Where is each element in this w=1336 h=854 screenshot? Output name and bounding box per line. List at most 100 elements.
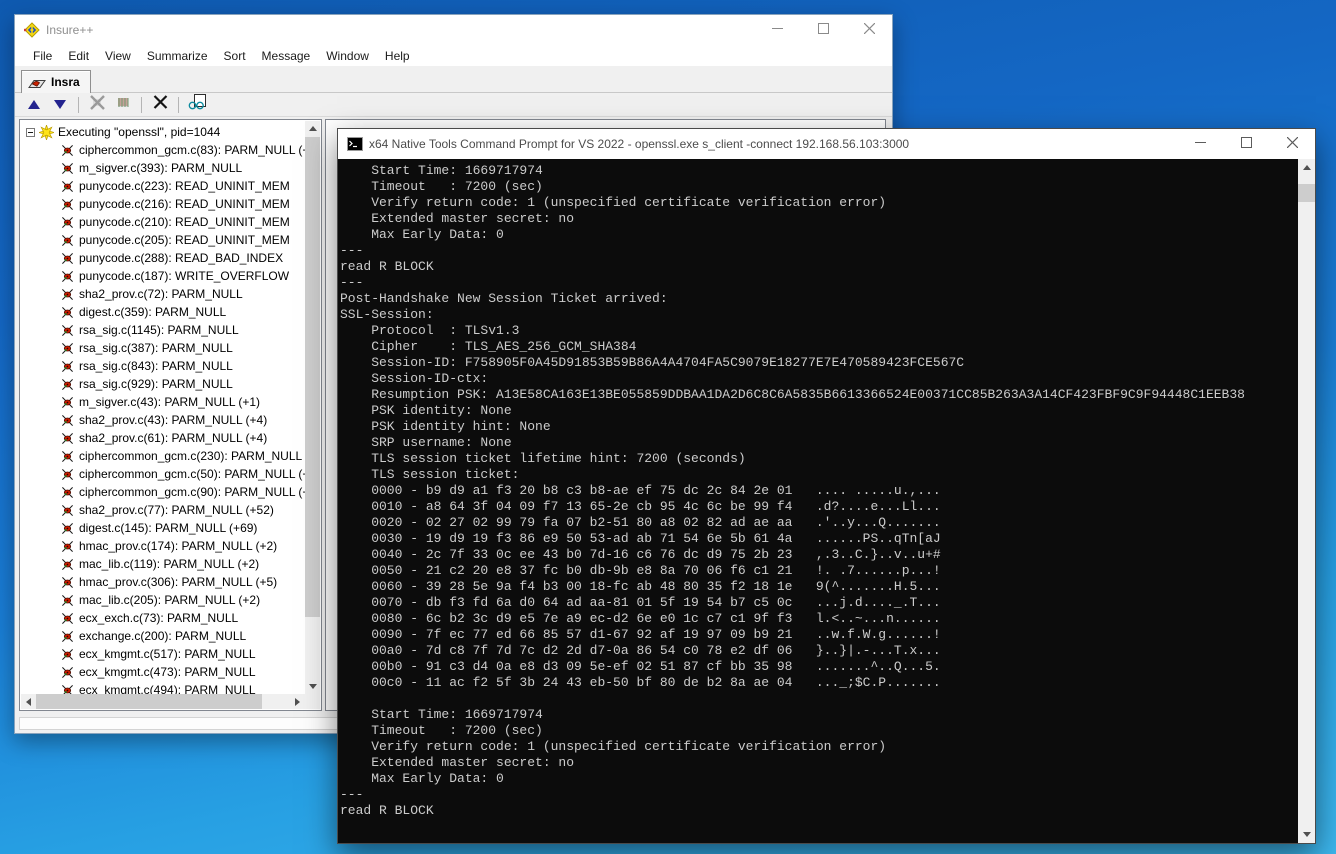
- tree-root-row[interactable]: Executing "openssl", pid=1044: [21, 123, 305, 141]
- error-tree-item[interactable]: sha2_prov.c(43): PARM_NULL (+4): [21, 411, 305, 429]
- console-line: 0090 - 7f ec 77 ed 66 85 57 d1-67 92 af …: [340, 627, 1297, 643]
- insure-close-button[interactable]: [846, 15, 892, 45]
- menu-item[interactable]: Summarize: [139, 45, 216, 67]
- error-tree-item[interactable]: ciphercommon_gcm.c(83): PARM_NULL (+: [21, 141, 305, 159]
- scroll-left-button[interactable]: [21, 694, 36, 709]
- error-tree-item[interactable]: ecx_kmgmt.c(494): PARM_NULL: [21, 681, 305, 694]
- error-tree-item[interactable]: ciphercommon_gcm.c(90): PARM_NULL (+: [21, 483, 305, 501]
- menu-item[interactable]: Edit: [60, 45, 97, 67]
- error-tree-item[interactable]: sha2_prov.c(72): PARM_NULL: [21, 285, 305, 303]
- arrow-up-icon: [1303, 165, 1311, 170]
- error-item-label: ecx_kmgmt.c(473): PARM_NULL: [79, 665, 256, 679]
- console-line: 0020 - 02 27 02 99 79 fa 07 b2-51 80 a8 …: [340, 515, 1297, 531]
- error-tree-item[interactable]: rsa_sig.c(1145): PARM_NULL: [21, 321, 305, 339]
- tree-horizontal-scrollbar[interactable]: [21, 694, 305, 709]
- menu-item[interactable]: Message: [254, 45, 319, 67]
- error-tree-item[interactable]: m_sigver.c(43): PARM_NULL (+1): [21, 393, 305, 411]
- error-tree-item[interactable]: hmac_prov.c(174): PARM_NULL (+2): [21, 537, 305, 555]
- console-close-button[interactable]: [1269, 129, 1315, 159]
- console-minimize-button[interactable]: [1177, 129, 1223, 159]
- insure-titlebar[interactable]: Insure++: [15, 15, 892, 45]
- scroll-up-button[interactable]: [305, 121, 320, 136]
- error-tree-item[interactable]: digest.c(359): PARM_NULL: [21, 303, 305, 321]
- error-tree-item[interactable]: rsa_sig.c(843): PARM_NULL: [21, 357, 305, 375]
- delete-message-button[interactable]: [149, 95, 171, 115]
- view-report-button[interactable]: [186, 95, 208, 115]
- error-tree-item[interactable]: punycode.c(223): READ_UNINIT_MEM: [21, 177, 305, 195]
- menu-item[interactable]: Help: [377, 45, 418, 67]
- error-tree-item[interactable]: punycode.c(187): WRITE_OVERFLOW: [21, 267, 305, 285]
- console-scroll-thumb[interactable]: [1298, 184, 1315, 202]
- insra-logo-icon: [28, 76, 46, 89]
- suppress-error-button-disabled[interactable]: [86, 95, 108, 115]
- error-tree-item[interactable]: rsa_sig.c(387): PARM_NULL: [21, 339, 305, 357]
- error-tree-item[interactable]: punycode.c(205): READ_UNINIT_MEM: [21, 231, 305, 249]
- console-scroll-down-button[interactable]: [1298, 826, 1315, 843]
- arrow-up-icon: [309, 126, 317, 131]
- error-tree-item[interactable]: ecx_exch.c(73): PARM_NULL: [21, 609, 305, 627]
- bug-icon: [61, 576, 74, 589]
- insure-maximize-button[interactable]: [800, 15, 846, 45]
- console-scroll-up-button[interactable]: [1298, 159, 1315, 176]
- console-output-area[interactable]: Start Time: 1669717974 Timeout : 7200 (s…: [338, 159, 1315, 843]
- error-tree-item[interactable]: ecx_kmgmt.c(473): PARM_NULL: [21, 663, 305, 681]
- error-item-label: ciphercommon_gcm.c(230): PARM_NULL (: [79, 449, 305, 463]
- error-tree-item[interactable]: sha2_prov.c(77): PARM_NULL (+52): [21, 501, 305, 519]
- console-line: [340, 691, 1297, 707]
- error-tree: Executing "openssl", pid=1044: [21, 121, 305, 694]
- error-tree-item[interactable]: mac_lib.c(119): PARM_NULL (+2): [21, 555, 305, 573]
- console-line: TLS session ticket lifetime hint: 7200 (…: [340, 451, 1297, 467]
- close-icon: [864, 21, 875, 39]
- error-tree-panel: Executing "openssl", pid=1044: [19, 119, 322, 711]
- console-window: x64 Native Tools Command Prompt for VS 2…: [337, 128, 1316, 844]
- menu-item[interactable]: Window: [318, 45, 377, 67]
- error-tree-item[interactable]: digest.c(145): PARM_NULL (+69): [21, 519, 305, 537]
- scroll-down-button[interactable]: [305, 679, 320, 694]
- error-tree-item[interactable]: exchange.c(200): PARM_NULL: [21, 627, 305, 645]
- menu-item[interactable]: Sort: [216, 45, 254, 67]
- tab-insra[interactable]: Insra: [21, 70, 91, 93]
- error-tree-item[interactable]: ciphercommon_gcm.c(230): PARM_NULL (: [21, 447, 305, 465]
- console-line: 0050 - 21 c2 20 e8 37 fc b0 db-9b e8 8a …: [340, 563, 1297, 579]
- collapse-expander-icon[interactable]: [26, 128, 35, 137]
- previous-error-button[interactable]: [23, 95, 45, 115]
- bug-icon: [61, 342, 74, 355]
- arrow-down-icon: [309, 684, 317, 689]
- tree-hscroll-thumb[interactable]: [36, 694, 262, 709]
- console-window-title: x64 Native Tools Command Prompt for VS 2…: [369, 137, 909, 151]
- menu-item[interactable]: File: [25, 45, 60, 67]
- error-tree-item[interactable]: punycode.c(210): READ_UNINIT_MEM: [21, 213, 305, 231]
- tree-vertical-scrollbar[interactable]: [305, 121, 320, 694]
- error-tree-item[interactable]: ecx_kmgmt.c(517): PARM_NULL: [21, 645, 305, 663]
- error-item-label: punycode.c(288): READ_BAD_INDEX: [79, 251, 283, 265]
- console-line: Resumption PSK: A13E58CA163E13BE055859DD…: [340, 387, 1297, 403]
- insure-minimize-button[interactable]: [754, 15, 800, 45]
- error-tree-item[interactable]: m_sigver.c(393): PARM_NULL: [21, 159, 305, 177]
- error-tree-item[interactable]: punycode.c(216): READ_UNINIT_MEM: [21, 195, 305, 213]
- bug-icon: [61, 234, 74, 247]
- bug-icon: [61, 270, 74, 283]
- error-item-label: ecx_kmgmt.c(494): PARM_NULL: [79, 683, 256, 694]
- error-tree-item[interactable]: mac_lib.c(205): PARM_NULL (+2): [21, 591, 305, 609]
- console-line: Max Early Data: 0: [340, 771, 1297, 787]
- bug-icon: [61, 648, 74, 661]
- error-tree-item[interactable]: rsa_sig.c(929): PARM_NULL: [21, 375, 305, 393]
- error-tree-item[interactable]: sha2_prov.c(61): PARM_NULL (+4): [21, 429, 305, 447]
- error-tree-item[interactable]: ciphercommon_gcm.c(50): PARM_NULL (+: [21, 465, 305, 483]
- scroll-right-button[interactable]: [290, 694, 305, 709]
- menu-item[interactable]: View: [97, 45, 139, 67]
- console-titlebar[interactable]: x64 Native Tools Command Prompt for VS 2…: [338, 129, 1315, 159]
- bug-icon: [61, 432, 74, 445]
- console-line: 0040 - 2c 7f 33 0c ee 43 b0 7d-16 c6 76 …: [340, 547, 1297, 563]
- tree-vscroll-thumb[interactable]: [305, 137, 320, 617]
- console-vertical-scrollbar[interactable]: [1298, 159, 1315, 843]
- next-error-button[interactable]: [49, 95, 71, 115]
- up-triangle-icon: [28, 100, 40, 109]
- suppress-all-button-disabled[interactable]: [112, 95, 134, 115]
- error-tree-item[interactable]: punycode.c(288): READ_BAD_INDEX: [21, 249, 305, 267]
- error-tree-item[interactable]: hmac_prov.c(306): PARM_NULL (+5): [21, 573, 305, 591]
- console-maximize-button[interactable]: [1223, 129, 1269, 159]
- insure-app-icon: [24, 22, 40, 38]
- console-line: 00b0 - 91 c3 d4 0a e8 d3 09 5e-ef 02 51 …: [340, 659, 1297, 675]
- process-starburst-icon: [39, 125, 54, 140]
